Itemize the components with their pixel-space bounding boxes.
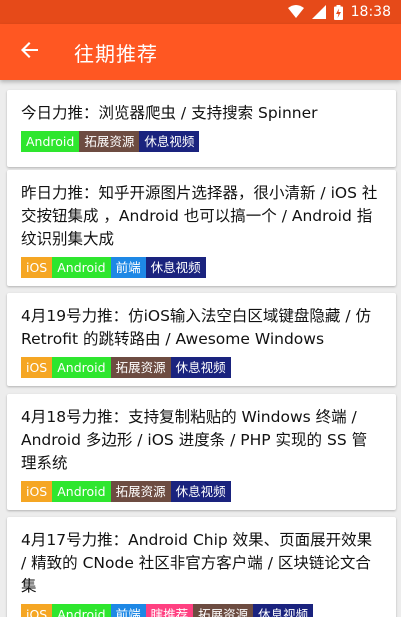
article-title: 昨日力推：知乎开源图片选择器，很小清新 / iOS 社交按钮集成 ，Androi… [21, 184, 378, 248]
arrow-back-icon [21, 41, 39, 63]
tag-frontend[interactable]: 前端 [110, 604, 146, 617]
tag-row: iOS Android 拓展资源 休息视频 [21, 481, 382, 502]
tag-video[interactable]: 休息视频 [145, 257, 206, 278]
article-card[interactable]: 4月18号力推：支持复制粘贴的 Windows 终端 / Android 多边形… [7, 394, 396, 510]
tag-resources[interactable]: 拓展资源 [193, 604, 254, 617]
tag-resources[interactable]: 拓展资源 [110, 357, 171, 378]
page-title: 往期推荐 [74, 41, 158, 66]
article-title: 4月18号力推：支持复制粘贴的 Windows 终端 / Android 多边形… [21, 408, 368, 472]
article-list[interactable]: 今日力推：浏览器爬虫 / 支持搜索 Spinner Android 拓展资源 休… [0, 80, 401, 617]
tag-recommend[interactable]: 瞎推荐 [145, 604, 194, 617]
tag-ios[interactable]: iOS [21, 257, 53, 278]
article-title: 4月17号力推：Android Chip 效果、页面展开效果 / 精致的 CNo… [21, 531, 373, 595]
tag-android[interactable]: Android [21, 131, 80, 152]
article-card[interactable]: 今日力推：浏览器爬虫 / 支持搜索 Spinner Android 拓展资源 休… [7, 90, 396, 167]
tag-ios[interactable]: iOS [21, 604, 53, 617]
tag-android[interactable]: Android [52, 604, 111, 617]
tag-row: iOS Android 拓展资源 休息视频 [21, 357, 382, 378]
article-card[interactable]: 4月17号力推：Android Chip 效果、页面展开效果 / 精致的 CNo… [7, 517, 396, 617]
battery-charging-icon [333, 4, 343, 20]
tag-row: Android 拓展资源 休息视频 [21, 131, 382, 152]
tag-frontend[interactable]: 前端 [110, 257, 146, 278]
tag-android[interactable]: Android [52, 257, 111, 278]
tag-ios[interactable]: iOS [21, 481, 53, 502]
article-card[interactable]: 昨日力推：知乎开源图片选择器，很小清新 / iOS 社交按钮集成 ，Androi… [7, 170, 396, 286]
article-title: 今日力推：浏览器爬虫 / 支持搜索 Spinner [21, 104, 318, 122]
tag-android[interactable]: Android [52, 481, 111, 502]
back-button[interactable] [2, 24, 58, 80]
tag-row: iOS Android 前端 瞎推荐 拓展资源 休息视频 [21, 604, 382, 617]
tag-row: iOS Android 前端 休息视频 [21, 257, 382, 278]
status-bar: 18:38 [0, 0, 401, 24]
tag-video[interactable]: 休息视频 [170, 357, 231, 378]
article-title: 4月19号力推：仿iOS输入法空白区域键盘隐藏 / 仿 Retrofit 的跳转… [21, 307, 372, 348]
signal-icon [311, 5, 326, 19]
tag-video[interactable]: 休息视频 [170, 481, 231, 502]
wifi-icon [287, 5, 304, 19]
tag-android[interactable]: Android [52, 357, 111, 378]
article-card[interactable]: 4月19号力推：仿iOS输入法空白区域键盘隐藏 / 仿 Retrofit 的跳转… [7, 293, 396, 386]
tag-resources[interactable]: 拓展资源 [79, 131, 140, 152]
tag-video[interactable]: 休息视频 [139, 131, 200, 152]
status-time: 18:38 [350, 4, 391, 20]
tag-ios[interactable]: iOS [21, 357, 53, 378]
tag-resources[interactable]: 拓展资源 [110, 481, 171, 502]
app-bar: 往期推荐 [0, 24, 401, 80]
tag-video[interactable]: 休息视频 [253, 604, 314, 617]
